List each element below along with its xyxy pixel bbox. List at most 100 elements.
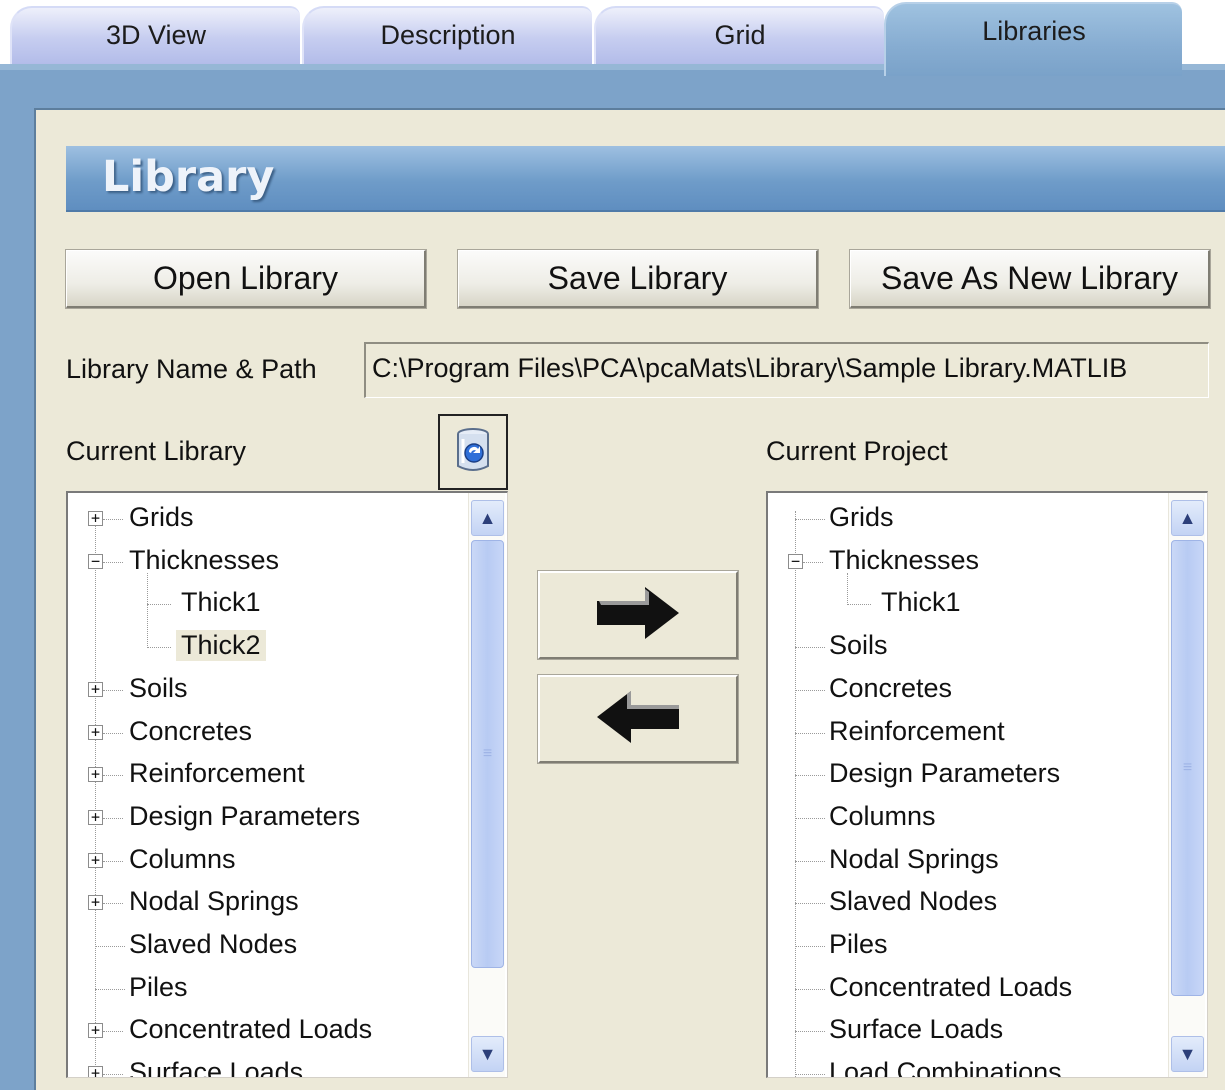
tree-connector [795, 519, 825, 520]
tree-item-label: Columns [129, 843, 236, 874]
tree-item[interactable]: + Concentrated Loads [68, 1010, 466, 1053]
scroll-down-button[interactable]: ▼ [471, 1036, 504, 1072]
tree-connector [795, 946, 825, 947]
chevron-down-icon: ▼ [478, 1043, 497, 1064]
tree-item[interactable]: + Nodal Springs [68, 882, 466, 925]
refresh-library-button[interactable] [438, 414, 508, 490]
expand-icon[interactable]: + [88, 724, 103, 740]
library-path-field[interactable]: C:\Program Files\PCA\pcaMats\Library\Sam… [364, 342, 1209, 398]
expand-icon[interactable]: + [88, 1023, 103, 1039]
tree-item[interactable]: + Soils [68, 669, 466, 712]
expand-icon[interactable]: + [88, 681, 103, 697]
expand-icon[interactable]: + [88, 511, 103, 526]
tree-connector [795, 988, 825, 990]
scroll-up-button[interactable]: ▲ [471, 500, 504, 536]
tree-connector [795, 775, 825, 777]
save-as-new-library-button[interactable]: Save As New Library [849, 249, 1211, 309]
expand-icon[interactable]: + [88, 767, 103, 783]
tree-connector [795, 817, 825, 819]
tree-item[interactable]: Grids [768, 498, 1166, 541]
tree-connector [95, 988, 125, 990]
tree-item[interactable]: Slaved Nodes [68, 925, 466, 968]
arrow-right-icon [593, 585, 683, 646]
library-tree-scrollbar[interactable]: ▲ ≡ ▼ [468, 493, 505, 1077]
tree-connector [103, 817, 123, 819]
tree-item[interactable]: + Design Parameters [68, 797, 466, 840]
current-library-tree[interactable]: ▲ ≡ ▼ + Grids − Thicknesses Thick1 Thick2 + Soi… [66, 491, 508, 1078]
tree-item-label: Slaved Nodes [829, 886, 998, 917]
tree-item-label: Nodal Springs [129, 886, 299, 917]
copy-to-library-button[interactable] [537, 674, 739, 764]
scroll-thumb[interactable]: ≡ [1171, 540, 1204, 996]
tree-item-label: Load Combinations [829, 1057, 1062, 1078]
tree-item[interactable]: Thick1 [768, 583, 1166, 626]
tree-item[interactable]: Slaved Nodes [768, 882, 1166, 925]
tree-item-label: Concretes [829, 672, 953, 703]
tree-item-label: Concretes [129, 715, 253, 746]
tree-item[interactable]: − Thicknesses [768, 541, 1166, 584]
expand-icon[interactable]: + [88, 809, 103, 825]
tree-item[interactable]: Load Combinations [768, 1053, 1166, 1078]
save-library-button[interactable]: Save Library [457, 249, 819, 309]
grip-icon: ≡ [1182, 759, 1193, 776]
tree-item-label: Reinforcement [129, 758, 305, 789]
tree-item[interactable]: Reinforcement [768, 712, 1166, 755]
current-project-tree[interactable]: ▲ ≡ ▼ Grids − Thicknesses Thick1 Soils Concre… [766, 491, 1208, 1078]
tree-connector [103, 1074, 123, 1076]
tree-item[interactable]: Design Parameters [768, 754, 1166, 797]
tree-item-label: Concentrated Loads [829, 971, 1073, 1002]
tree-item-label: Surface Loads [829, 1014, 1004, 1045]
tree-item[interactable]: Surface Loads [768, 1010, 1166, 1053]
tree-item-label: Thick1 [881, 587, 961, 618]
tree-item-label: Slaved Nodes [129, 929, 298, 959]
tree-item[interactable]: Concentrated Loads [768, 968, 1166, 1011]
tree-connector [847, 604, 871, 606]
tree-item[interactable]: + Reinforcement [68, 754, 466, 797]
tree-item-label: Grids [129, 502, 194, 532]
tab-libraries[interactable]: Libraries [884, 2, 1182, 76]
scroll-up-button[interactable]: ▲ [1171, 500, 1204, 536]
tree-item[interactable]: + Columns [68, 840, 466, 883]
tree-item-label: Reinforcement [829, 715, 1005, 746]
expand-icon[interactable]: + [88, 852, 103, 868]
expand-icon[interactable]: + [88, 1066, 103, 1077]
chevron-down-icon: ▼ [1178, 1043, 1197, 1064]
copy-to-project-button[interactable] [537, 570, 739, 660]
tree-item[interactable]: Thick1 [68, 583, 466, 626]
chevron-up-icon: ▲ [478, 507, 497, 528]
tree-item[interactable]: Columns [768, 797, 1166, 840]
tree-item-label: Piles [129, 971, 188, 1002]
scroll-thumb[interactable]: ≡ [471, 540, 504, 968]
tree-item[interactable]: Nodal Springs [768, 840, 1166, 883]
tree-item[interactable]: Thick2 [68, 626, 466, 669]
tree-connector [795, 647, 825, 649]
tree-item-label: Design Parameters [129, 800, 361, 831]
library-header: Library [66, 146, 1225, 212]
tree-item-label: Piles [829, 929, 888, 959]
tree-connector [103, 1031, 123, 1033]
tree-item-label: Surface Loads [129, 1057, 304, 1078]
tree-item[interactable]: Piles [68, 968, 466, 1011]
tree-item[interactable]: + Surface Loads [68, 1053, 466, 1078]
expand-icon[interactable]: + [88, 895, 103, 911]
tree-item[interactable]: Soils [768, 626, 1166, 669]
tree-connector [795, 903, 825, 905]
scroll-down-button[interactable]: ▼ [1171, 1036, 1204, 1072]
project-tree-scrollbar[interactable]: ▲ ≡ ▼ [1168, 493, 1205, 1077]
tree-connector [103, 689, 123, 691]
tree-item-label: Soils [829, 630, 888, 661]
tree-item-label: Thick1 [181, 587, 261, 618]
tree-item[interactable]: Concretes [768, 669, 1166, 712]
tree-item[interactable]: Piles [768, 925, 1166, 968]
tree-item-label: Grids [829, 502, 894, 532]
collapse-icon[interactable]: − [788, 553, 803, 569]
tree-connector [103, 775, 123, 777]
tab-label: Libraries [982, 16, 1086, 46]
tree-item[interactable]: + Grids [68, 498, 466, 541]
collapse-icon[interactable]: − [88, 553, 103, 569]
open-library-button[interactable]: Open Library [65, 249, 427, 309]
tree-item-label: Columns [829, 800, 936, 831]
library-path-label: Library Name & Path [66, 354, 317, 384]
tree-item[interactable]: − Thicknesses [68, 541, 466, 584]
tree-item[interactable]: + Concretes [68, 712, 466, 755]
